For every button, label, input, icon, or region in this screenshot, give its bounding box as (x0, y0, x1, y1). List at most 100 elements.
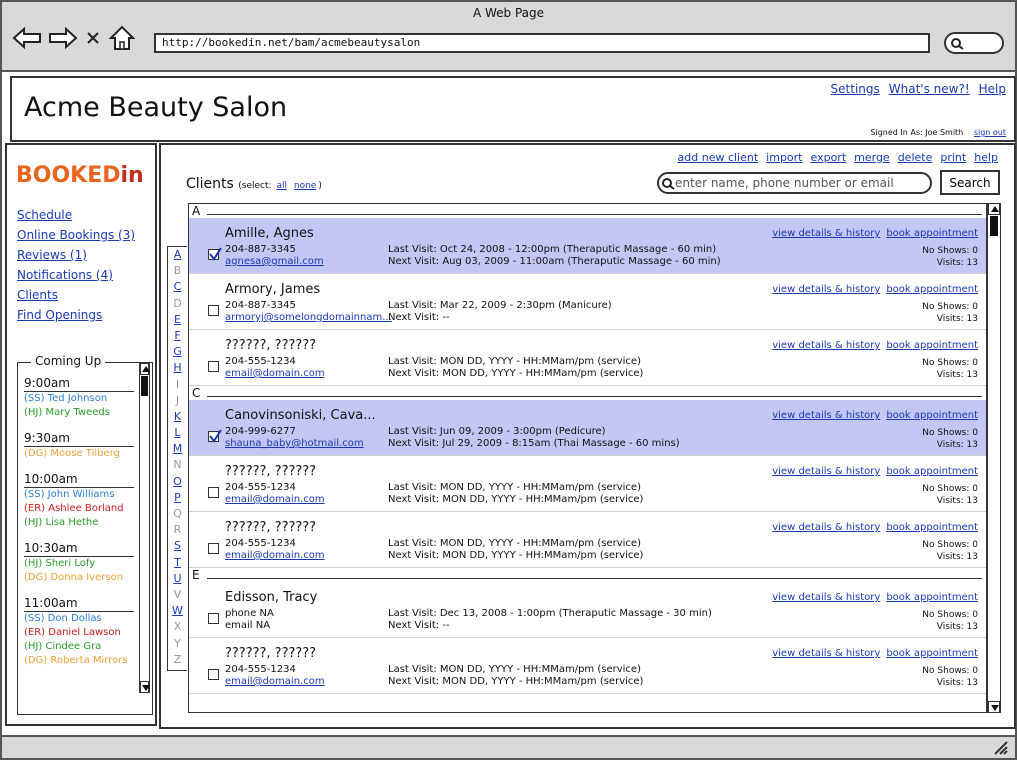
book-appointment-link[interactable]: book appointment (886, 466, 978, 477)
client-email[interactable]: email@domain.com (225, 368, 325, 379)
alpha-letter-k[interactable]: K (168, 409, 187, 425)
view-details-link[interactable]: view details & history (772, 228, 880, 239)
alpha-letter-s[interactable]: S (168, 538, 187, 554)
client-email[interactable]: shauna_baby@hotmail.com (225, 438, 364, 449)
client-checkbox[interactable] (208, 669, 219, 680)
alpha-letter-t[interactable]: T (168, 555, 187, 571)
coming-up-appointment[interactable]: (ER) Daniel Lawson (24, 626, 140, 640)
export-link[interactable]: export (811, 151, 847, 164)
client-checkbox[interactable] (208, 613, 219, 624)
client-email[interactable]: armoryj@somelongdomainnam... (225, 312, 392, 323)
alpha-letter-a[interactable]: A (168, 247, 187, 263)
back-icon[interactable] (12, 26, 42, 50)
client-email[interactable]: agnesa@gmail.com (225, 256, 324, 267)
coming-up-appointment[interactable]: (SS) Don Dollas (24, 612, 140, 626)
help-link-clients[interactable]: help (974, 151, 998, 164)
alpha-letter-l[interactable]: L (168, 425, 187, 441)
add-new-client-link[interactable]: add new client (678, 151, 759, 164)
whats-new-link[interactable]: What's new?! (889, 82, 970, 96)
client-row[interactable]: Armory, James 204-887-3345 armoryj@somelon… (189, 274, 986, 330)
search-button[interactable]: Search (940, 170, 1000, 195)
client-email[interactable]: email@domain.com (225, 550, 325, 561)
client-checkbox[interactable] (208, 487, 219, 498)
merge-link[interactable]: merge (854, 151, 890, 164)
coming-up-appointment[interactable]: (DG) Moose Tilberg (24, 447, 140, 461)
scroll-down-button[interactable] (988, 701, 1000, 713)
book-appointment-link[interactable]: book appointment (886, 592, 978, 603)
select-none-link[interactable]: none (294, 181, 316, 191)
alpha-letter-f[interactable]: F (168, 328, 187, 344)
view-details-link[interactable]: view details & history (772, 284, 880, 295)
client-checkbox[interactable] (208, 429, 222, 443)
scroll-up-button[interactable] (988, 203, 1000, 215)
client-checkbox[interactable] (208, 305, 219, 316)
client-row[interactable]: Edisson, Tracy phone NA email NA Last Visit… (189, 582, 986, 638)
sign-out-link[interactable]: sign out (974, 128, 1006, 137)
alpha-letter-c[interactable]: C (168, 279, 187, 295)
client-row[interactable]: ??????, ?????? 204-555-1234 email@domain.c… (189, 456, 986, 512)
client-row[interactable]: ??????, ?????? 204-555-1234 email@domain.c… (189, 330, 986, 386)
alpha-letter-h[interactable]: H (168, 360, 187, 376)
book-appointment-link[interactable]: book appointment (886, 522, 978, 533)
client-email[interactable]: email@domain.com (225, 494, 325, 505)
delete-link[interactable]: delete (898, 151, 933, 164)
import-link[interactable]: import (766, 151, 802, 164)
scroll-down-button[interactable] (140, 681, 150, 693)
client-checkbox[interactable] (208, 247, 222, 261)
coming-up-appointment[interactable]: (DG) Roberta Mirrors (24, 654, 140, 668)
home-icon[interactable] (108, 24, 136, 52)
client-list-scrollbar[interactable] (987, 203, 1001, 713)
coming-up-appointment[interactable]: (HJ) Mary Tweeds (24, 406, 140, 420)
client-checkbox[interactable] (208, 361, 219, 372)
client-search-input[interactable]: enter name, phone number or email (657, 172, 932, 194)
nav-online-bookings[interactable]: Online Bookings (3) (17, 225, 135, 245)
nav-clients[interactable]: Clients (17, 285, 135, 305)
view-details-link[interactable]: view details & history (772, 648, 880, 659)
book-appointment-link[interactable]: book appointment (886, 284, 978, 295)
alpha-letter-e[interactable]: E (168, 312, 187, 328)
alpha-letter-g[interactable]: G (168, 344, 187, 360)
settings-link[interactable]: Settings (831, 82, 880, 96)
client-email[interactable]: email@domain.com (225, 676, 325, 687)
nav-find-openings[interactable]: Find Openings (17, 305, 135, 325)
alpha-letter-m[interactable]: M (168, 441, 187, 457)
client-checkbox[interactable] (208, 543, 219, 554)
coming-up-appointment[interactable]: (HJ) Sheri Lofy (24, 557, 140, 571)
alpha-letter-p[interactable]: P (168, 490, 187, 506)
coming-up-appointment[interactable]: (HJ) Cindee Gra (24, 640, 140, 654)
nav-notifications[interactable]: Notifications (4) (17, 265, 135, 285)
resize-grip-icon[interactable] (993, 740, 1009, 756)
client-row[interactable]: Canovinsoniski, Cava... 204-999-6277 shaun… (189, 400, 986, 456)
coming-up-appointment[interactable]: (HJ) Lisa Hethe (24, 516, 140, 530)
coming-up-appointment[interactable]: (ER) Ashlee Borland (24, 502, 140, 516)
forward-icon[interactable] (48, 26, 78, 50)
view-details-link[interactable]: view details & history (772, 410, 880, 421)
alpha-letter-u[interactable]: U (168, 571, 187, 587)
scroll-up-button[interactable] (140, 363, 150, 375)
view-details-link[interactable]: view details & history (772, 340, 880, 351)
coming-up-appointment[interactable]: (DG) Donna Iverson (24, 571, 140, 585)
view-details-link[interactable]: view details & history (772, 592, 880, 603)
view-details-link[interactable]: view details & history (772, 522, 880, 533)
coming-up-scrollbar[interactable] (139, 363, 150, 693)
coming-up-appointment[interactable]: (SS) John Williams (24, 488, 140, 502)
address-bar[interactable]: http://bookedin.net/bam/acmebeautysalon (154, 33, 930, 53)
client-row[interactable]: ??????, ?????? 204-555-1234 email@domain.c… (189, 638, 986, 694)
alpha-letter-o[interactable]: O (168, 474, 187, 490)
browser-search-box[interactable] (944, 32, 1004, 54)
client-row[interactable]: Amille, Agnes 204-887-3345 agnesa@gmail.co… (189, 218, 986, 274)
view-details-link[interactable]: view details & history (772, 466, 880, 477)
client-row[interactable]: ??????, ?????? 204-555-1234 email@domain.c… (189, 512, 986, 568)
nav-reviews[interactable]: Reviews (1) (17, 245, 135, 265)
book-appointment-link[interactable]: book appointment (886, 648, 978, 659)
help-link[interactable]: Help (979, 82, 1006, 96)
book-appointment-link[interactable]: book appointment (886, 340, 978, 351)
scroll-thumb[interactable] (990, 216, 998, 236)
print-link[interactable]: print (940, 151, 966, 164)
book-appointment-link[interactable]: book appointment (886, 228, 978, 239)
scroll-thumb[interactable] (141, 376, 148, 396)
book-appointment-link[interactable]: book appointment (886, 410, 978, 421)
stop-icon[interactable] (84, 26, 102, 50)
alpha-letter-w[interactable]: W (168, 603, 187, 619)
nav-schedule[interactable]: Schedule (17, 205, 135, 225)
